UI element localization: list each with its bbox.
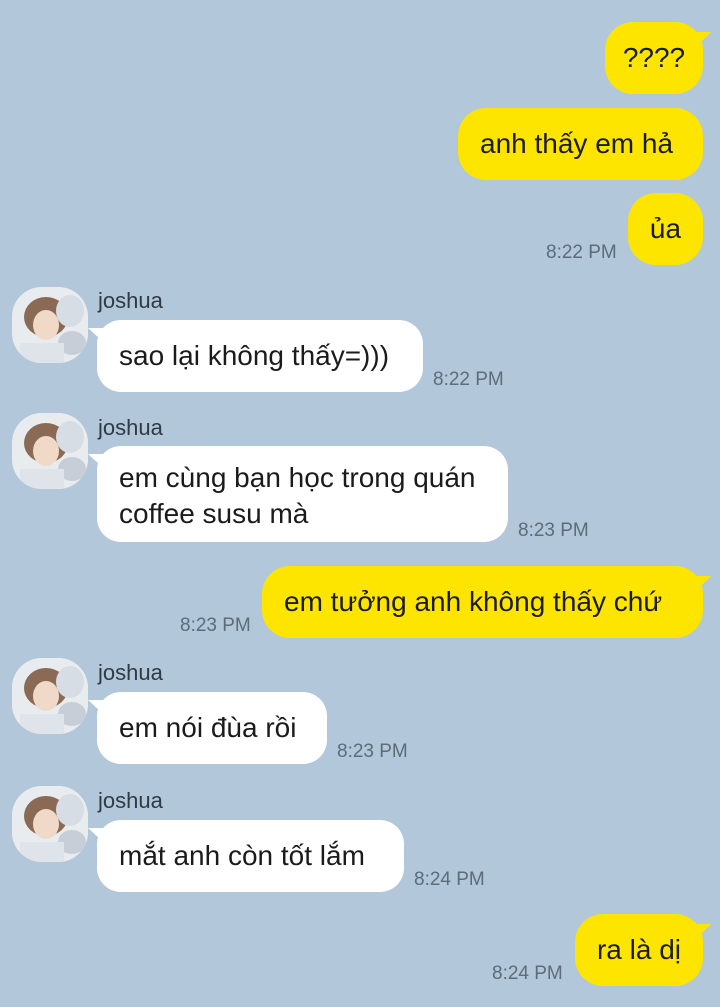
outgoing-message[interactable]: ra là dị bbox=[575, 914, 703, 986]
message-timestamp: 8:23 PM bbox=[180, 615, 251, 636]
sender-name: joshua bbox=[98, 288, 163, 313]
message-timestamp: 8:24 PM bbox=[414, 869, 485, 890]
chat-view: ???? anh thấy em hả ủa 8:22 PM joshua sa… bbox=[0, 0, 720, 1007]
avatar[interactable] bbox=[12, 786, 88, 862]
profile-photo-icon bbox=[12, 287, 88, 363]
sender-name: joshua bbox=[98, 660, 163, 685]
outgoing-message[interactable]: ???? bbox=[605, 22, 703, 94]
profile-photo-icon bbox=[12, 413, 88, 489]
incoming-message[interactable]: em cùng bạn học trong quán coffee susu m… bbox=[97, 446, 508, 542]
profile-photo-icon bbox=[12, 658, 88, 734]
profile-photo-icon bbox=[12, 786, 88, 862]
sender-name: joshua bbox=[98, 415, 163, 440]
avatar[interactable] bbox=[12, 658, 88, 734]
outgoing-message[interactable]: em tưởng anh không thấy chứ bbox=[262, 566, 703, 638]
outgoing-message[interactable]: anh thấy em hả bbox=[458, 108, 703, 180]
outgoing-message[interactable]: ủa bbox=[628, 193, 703, 265]
message-timestamp: 8:22 PM bbox=[546, 242, 617, 263]
incoming-message[interactable]: mắt anh còn tốt lắm bbox=[97, 820, 404, 892]
incoming-message[interactable]: sao lại không thấy=))) bbox=[97, 320, 423, 392]
message-timestamp: 8:23 PM bbox=[518, 520, 589, 541]
message-timestamp: 8:22 PM bbox=[433, 369, 504, 390]
incoming-message[interactable]: em nói đùa rồi bbox=[97, 692, 327, 764]
message-timestamp: 8:23 PM bbox=[337, 741, 408, 762]
avatar[interactable] bbox=[12, 287, 88, 363]
sender-name: joshua bbox=[98, 788, 163, 813]
avatar[interactable] bbox=[12, 413, 88, 489]
message-timestamp: 8:24 PM bbox=[492, 963, 563, 984]
